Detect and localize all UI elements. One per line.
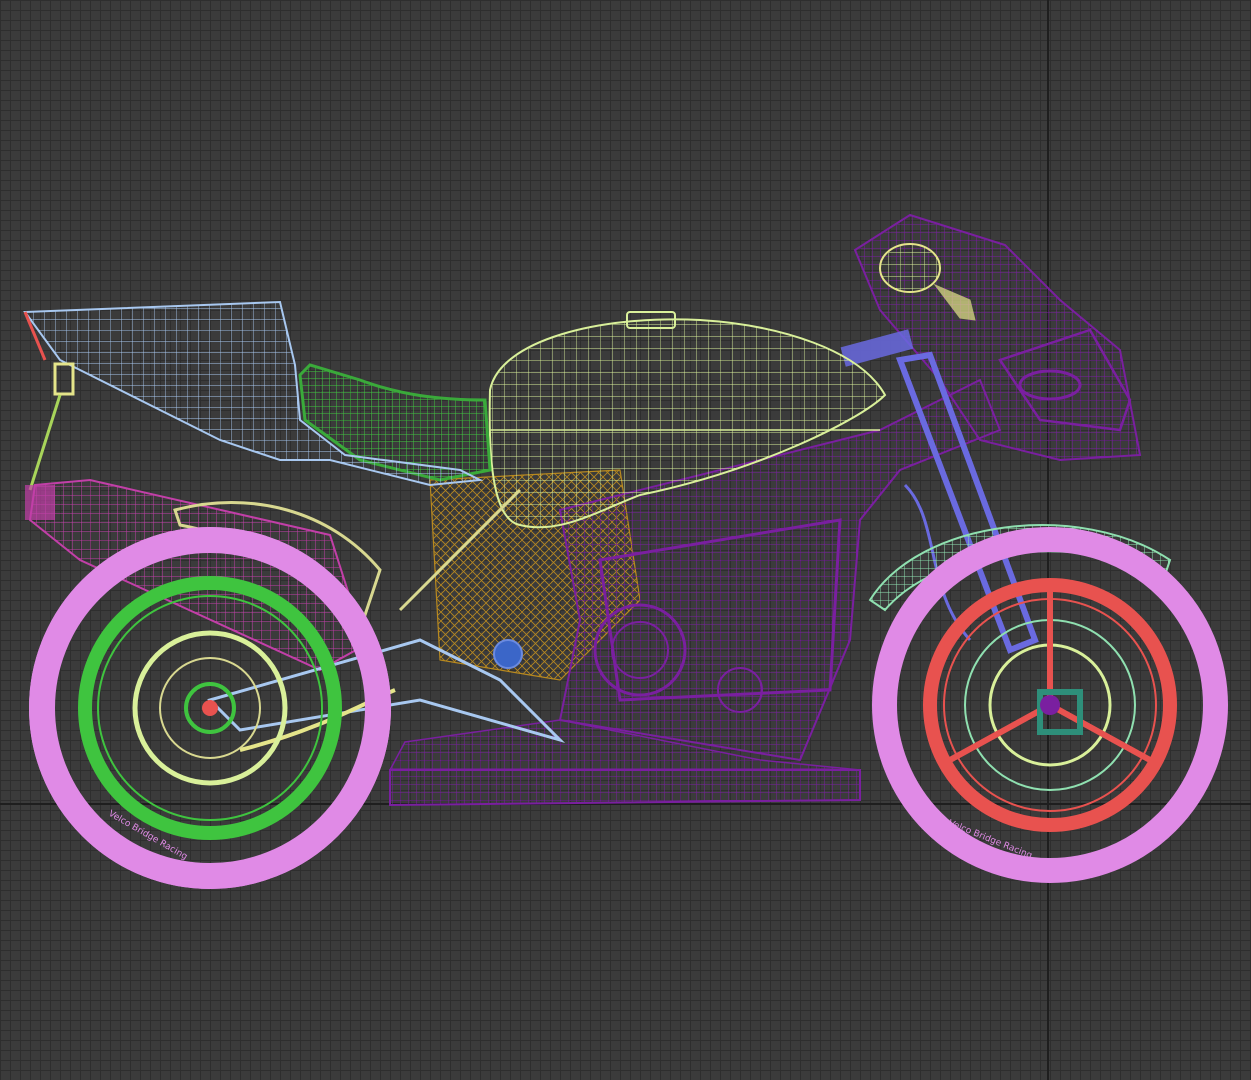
viewport-left[interactable]: Velco Bridge Racing Velco Bridge Racing (0, 0, 1251, 1080)
front-wheel[interactable] (872, 527, 1228, 883)
rear-wheel[interactable] (29, 527, 391, 889)
motorcycle-wireframe[interactable]: Velco Bridge Racing Velco Bridge Racing (0, 0, 1251, 1080)
